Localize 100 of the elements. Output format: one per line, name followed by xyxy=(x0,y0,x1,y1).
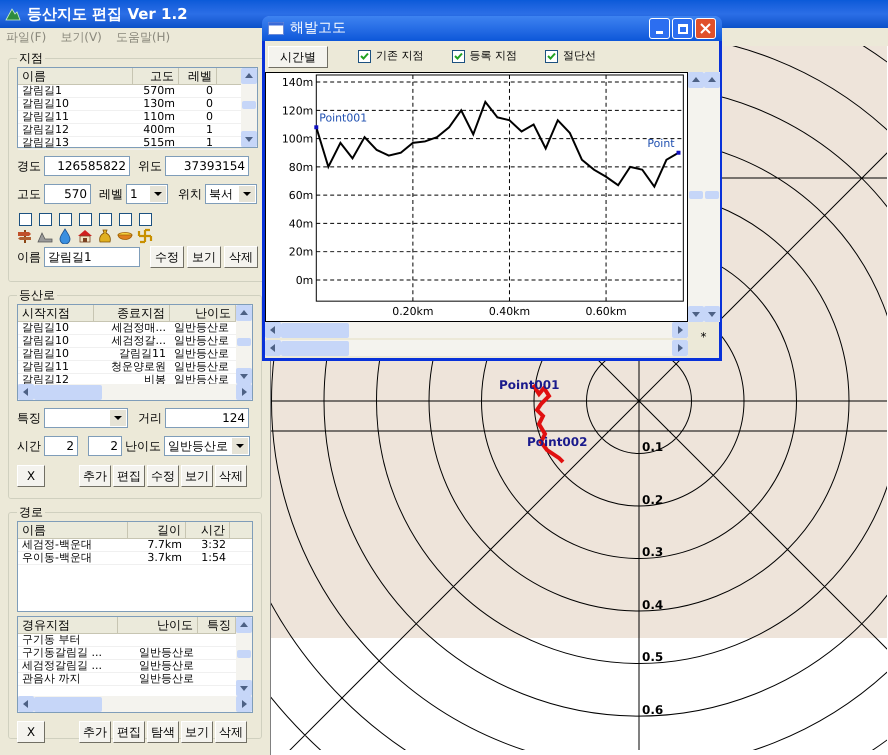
vertical-scrollbar[interactable] xyxy=(688,72,704,322)
text-field[interactable]: 570 xyxy=(44,184,91,204)
maximize-button[interactable] xyxy=(672,18,693,39)
point-marker xyxy=(676,150,680,155)
push-button[interactable]: 편집 xyxy=(113,721,145,743)
push-button[interactable]: 보기 xyxy=(181,465,213,487)
list-cell-text: 7.7km xyxy=(146,539,183,551)
list-cell-text: 갈림길1 xyxy=(21,85,63,97)
text-field[interactable]: 124 xyxy=(165,408,249,428)
push-button[interactable]: 추가 xyxy=(79,465,111,487)
column-header[interactable]: 이름 xyxy=(18,68,133,84)
horizontal-scrollbar[interactable] xyxy=(18,384,252,400)
checkbox[interactable] xyxy=(545,50,558,63)
list-cell-text: 110m xyxy=(142,111,176,123)
column-header[interactable]: 난이도 xyxy=(118,617,198,633)
checkbox[interactable] xyxy=(98,213,112,226)
field-label: 이름 xyxy=(17,249,41,266)
list-cell-text: 일반등산로 xyxy=(173,322,230,334)
column-header[interactable]: 종료지점 xyxy=(94,305,170,321)
column-header[interactable]: 레벨 xyxy=(179,68,217,84)
scroll-thumb[interactable] xyxy=(34,384,102,400)
scroll-thumb[interactable] xyxy=(237,650,251,658)
column-header[interactable]: 시간 xyxy=(186,522,230,538)
column-header[interactable]: 이름 xyxy=(18,522,128,538)
vertical-scrollbar[interactable] xyxy=(241,68,257,147)
scroll-thumb[interactable] xyxy=(281,340,349,356)
push-button[interactable]: X xyxy=(17,465,45,487)
y-tick-label: 60m xyxy=(288,189,314,202)
field-label: 위치 xyxy=(178,186,202,203)
list-cell-text: 일반등산로 xyxy=(138,673,195,685)
checkbox[interactable] xyxy=(38,213,52,226)
text-field[interactable]: 37393154 xyxy=(165,156,249,176)
list-cell-text: 일반등산로 xyxy=(173,361,230,373)
checkbox[interactable] xyxy=(138,213,152,226)
push-button[interactable]: 시간별 xyxy=(268,46,328,68)
list-cell-text: 3.7km xyxy=(146,552,183,564)
scroll-thumb[interactable] xyxy=(237,338,251,346)
list-cell-text: 관음사 까지 xyxy=(21,673,82,685)
vertical-scrollbar[interactable] xyxy=(236,617,252,696)
field-label: 시간 xyxy=(17,438,41,455)
column-header[interactable]: 시작지점 xyxy=(18,305,94,321)
list-cell-text: 구기동갈림길 ... xyxy=(21,647,103,659)
y-tick-label: 80m xyxy=(288,160,314,174)
push-button[interactable]: 수정 xyxy=(147,465,179,487)
push-button[interactable]: 편집 xyxy=(113,465,145,487)
dropdown-field[interactable]: 북서 xyxy=(205,184,257,204)
y-tick-label: 40m xyxy=(288,217,314,230)
list-cell-text: 일반등산로 xyxy=(173,335,230,347)
text-field[interactable]: 126585822 xyxy=(44,156,130,176)
window-title: 해발고도 xyxy=(290,19,346,38)
push-button[interactable]: 삭제 xyxy=(224,246,258,268)
checkbox[interactable] xyxy=(452,50,464,63)
close-button[interactable] xyxy=(695,18,716,39)
text-field[interactable]: 갈림길1 xyxy=(44,247,140,267)
push-button[interactable]: 수정 xyxy=(150,246,184,268)
field-label: 레벨 xyxy=(99,186,123,203)
horizontal-scrollbar[interactable] xyxy=(18,696,252,712)
column-header[interactable]: 고도 xyxy=(133,68,179,84)
horizontal-scrollbar[interactable] xyxy=(265,340,688,356)
dropdown-field[interactable] xyxy=(44,408,128,428)
list-cell-text: 일반등산로 xyxy=(138,660,195,672)
column-header[interactable]: 경유지점 xyxy=(18,617,118,633)
checkbox[interactable] xyxy=(58,213,72,226)
point-label: Point001 xyxy=(319,111,368,124)
checkbox[interactable] xyxy=(78,213,92,226)
scroll-thumb[interactable] xyxy=(705,190,719,199)
point-marker xyxy=(314,125,318,130)
checkbox[interactable] xyxy=(18,213,32,226)
vertical-scrollbar[interactable] xyxy=(236,305,252,384)
push-button[interactable]: 추가 xyxy=(79,721,111,743)
dropdown-field[interactable]: 일반등산로 xyxy=(164,436,250,456)
scroll-thumb[interactable] xyxy=(689,190,703,199)
scroll-thumb[interactable] xyxy=(34,696,102,712)
push-button[interactable]: 보기 xyxy=(181,721,213,743)
distance-ring-label: 0.2 xyxy=(642,492,664,508)
distance-ring-label: 0.6 xyxy=(642,702,664,718)
scroll-thumb[interactable] xyxy=(281,322,349,338)
push-button[interactable]: 삭제 xyxy=(215,721,247,743)
text-field[interactable]: 2 xyxy=(44,436,78,456)
field-label: 거리 xyxy=(138,410,162,427)
checkbox-label: 절단선 xyxy=(563,48,596,64)
push-button[interactable]: X xyxy=(17,721,45,743)
vertical-scrollbar[interactable] xyxy=(704,72,720,322)
list-cell-text: 0 xyxy=(205,111,214,123)
text-field[interactable]: 2 xyxy=(88,436,122,456)
checkbox[interactable] xyxy=(118,213,132,226)
push-button[interactable]: 삭제 xyxy=(215,465,247,487)
dropdown-field[interactable]: 1 xyxy=(126,184,168,204)
scroll-thumb[interactable] xyxy=(242,101,256,110)
checkbox[interactable] xyxy=(358,50,371,63)
list-cell-text: 갈림길11 xyxy=(21,111,70,123)
minimize-button[interactable] xyxy=(649,18,670,39)
list-cell-text: 일반등산로 xyxy=(173,348,230,360)
checkbox-label: 기존 지점 xyxy=(376,48,424,64)
horizontal-scrollbar[interactable] xyxy=(265,322,688,338)
field-label: 위도 xyxy=(138,158,162,175)
column-header[interactable]: 길이 xyxy=(128,522,186,538)
push-button[interactable]: 탐색 xyxy=(147,721,179,743)
push-button[interactable]: 보기 xyxy=(187,246,221,268)
corner-label: * xyxy=(700,329,708,346)
